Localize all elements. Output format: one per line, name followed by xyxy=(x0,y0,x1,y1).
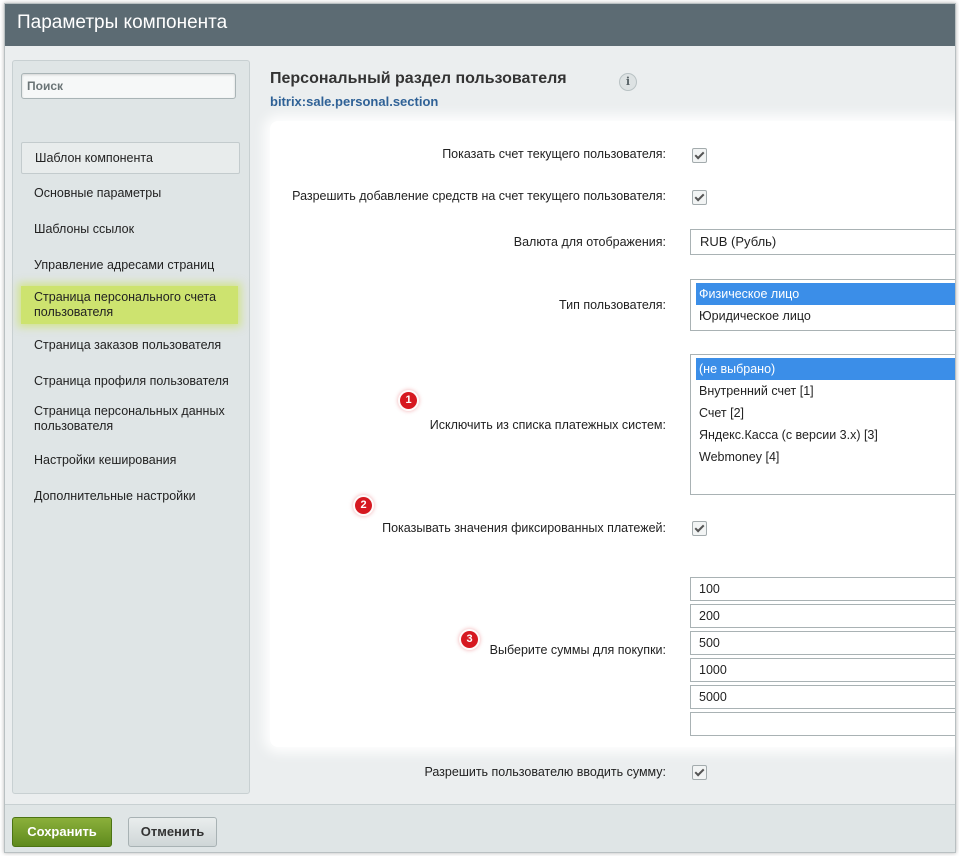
exclude-ps-label: Исключить из списка платежных систем: xyxy=(429,418,666,432)
save-button[interactable]: Сохранить xyxy=(12,817,112,847)
sidebar-item-link-templates[interactable]: Шаблоны ссылок xyxy=(21,214,238,244)
callout-badge-3: 3 xyxy=(461,631,478,648)
sidebar-item-label: Страница персональных данных пользовател… xyxy=(34,404,225,433)
sidebar: Шаблон компонента Основные параметры Шаб… xyxy=(12,60,250,794)
sidebar-item-label: Страница персонального счета пользовател… xyxy=(34,290,217,319)
show-fixed-label: Показывать значения фиксированных платеж… xyxy=(382,521,666,535)
search-input[interactable] xyxy=(21,73,236,99)
amount-input-1[interactable] xyxy=(690,577,955,601)
amount-input-2[interactable] xyxy=(690,604,955,628)
sidebar-item-personal-account-page[interactable]: Страница персонального счета пользовател… xyxy=(21,286,238,324)
amounts-label: Выберите суммы для покупки: xyxy=(489,643,666,657)
info-icon[interactable]: i xyxy=(619,73,637,91)
sidebar-item-profile-page[interactable]: Страница профиля пользователя xyxy=(21,366,238,396)
component-title: Персональный раздел пользователя xyxy=(270,70,567,87)
allow-add-funds-checkbox[interactable] xyxy=(692,190,707,205)
amount-input-6[interactable] xyxy=(690,712,955,736)
component-code: bitrix:sale.personal.section xyxy=(270,94,439,109)
user-type-option[interactable]: Юридическое лицо xyxy=(696,305,955,327)
sidebar-item-page-urls[interactable]: Управление адресами страниц xyxy=(21,250,238,280)
sidebar-item-label: Шаблоны ссылок xyxy=(34,221,135,236)
allow-custom-sum-label: Разрешить пользователю вводить сумму: xyxy=(424,765,666,779)
sidebar-item-main-params[interactable]: Основные параметры xyxy=(21,178,238,208)
sidebar-item-caching-settings[interactable]: Настройки кеширования xyxy=(21,445,238,475)
exclude-ps-listbox[interactable]: (не выбрано) Внутренний счет [1] Счет [2… xyxy=(690,354,955,495)
exclude-ps-option[interactable]: Внутренний счет [1] xyxy=(696,380,955,402)
show-fixed-checkbox[interactable] xyxy=(692,521,707,536)
sidebar-item-label: Шаблон компонента xyxy=(35,150,153,165)
callout-badge-2: 2 xyxy=(355,497,372,514)
exclude-ps-option[interactable]: Яндекс.Касса (с версии 3.x) [3] xyxy=(696,424,955,446)
callout-badge-1: 1 xyxy=(400,392,417,409)
currency-label: Валюта для отображения: xyxy=(513,235,666,249)
allow-add-funds-label: Разрешить добавление средств на счет тек… xyxy=(292,189,666,203)
sidebar-item-label: Страница профиля пользователя xyxy=(34,373,229,388)
dialog-titlebar: Параметры компонента xyxy=(5,4,955,46)
sidebar-item-label: Управление адресами страниц xyxy=(34,257,215,272)
show-account-label: Показать счет текущего пользователя: xyxy=(442,147,666,161)
exclude-ps-option[interactable]: Webmoney [4] xyxy=(696,446,955,468)
dialog-title: Параметры компонента xyxy=(17,12,228,33)
sidebar-item-orders-page[interactable]: Страница заказов пользователя xyxy=(21,330,238,360)
exclude-ps-option[interactable]: Счет [2] xyxy=(696,402,955,424)
amount-input-3[interactable] xyxy=(690,631,955,655)
sidebar-item-label: Дополнительные настройки xyxy=(34,488,196,503)
user-type-option[interactable]: Физическое лицо xyxy=(696,283,955,305)
sidebar-item-component-template[interactable]: Шаблон компонента xyxy=(21,142,240,174)
user-type-listbox[interactable]: Физическое лицо Юридическое лицо xyxy=(690,279,955,331)
sidebar-item-label: Настройки кеширования xyxy=(34,452,177,467)
currency-select[interactable]: RUB (Рубль) xyxy=(690,229,955,255)
dialog-footer: Сохранить Отменить xyxy=(5,804,955,852)
sidebar-item-label: Основные параметры xyxy=(34,185,162,200)
allow-custom-sum-checkbox[interactable] xyxy=(692,765,707,780)
sidebar-item-additional-settings[interactable]: Дополнительные настройки xyxy=(21,481,238,511)
amount-input-4[interactable] xyxy=(690,658,955,682)
user-type-label: Тип пользователя: xyxy=(559,298,666,312)
exclude-ps-option[interactable]: (не выбрано) xyxy=(696,358,955,380)
sidebar-item-label: Страница заказов пользователя xyxy=(34,337,222,352)
cancel-button[interactable]: Отменить xyxy=(128,817,217,847)
amount-input-5[interactable] xyxy=(690,685,955,709)
component-params-dialog: Параметры компонента Шаблон компонента О… xyxy=(4,3,956,853)
show-account-checkbox[interactable] xyxy=(692,148,707,163)
sidebar-item-personal-data-page[interactable]: Страница персональных данных пользовател… xyxy=(21,401,238,437)
